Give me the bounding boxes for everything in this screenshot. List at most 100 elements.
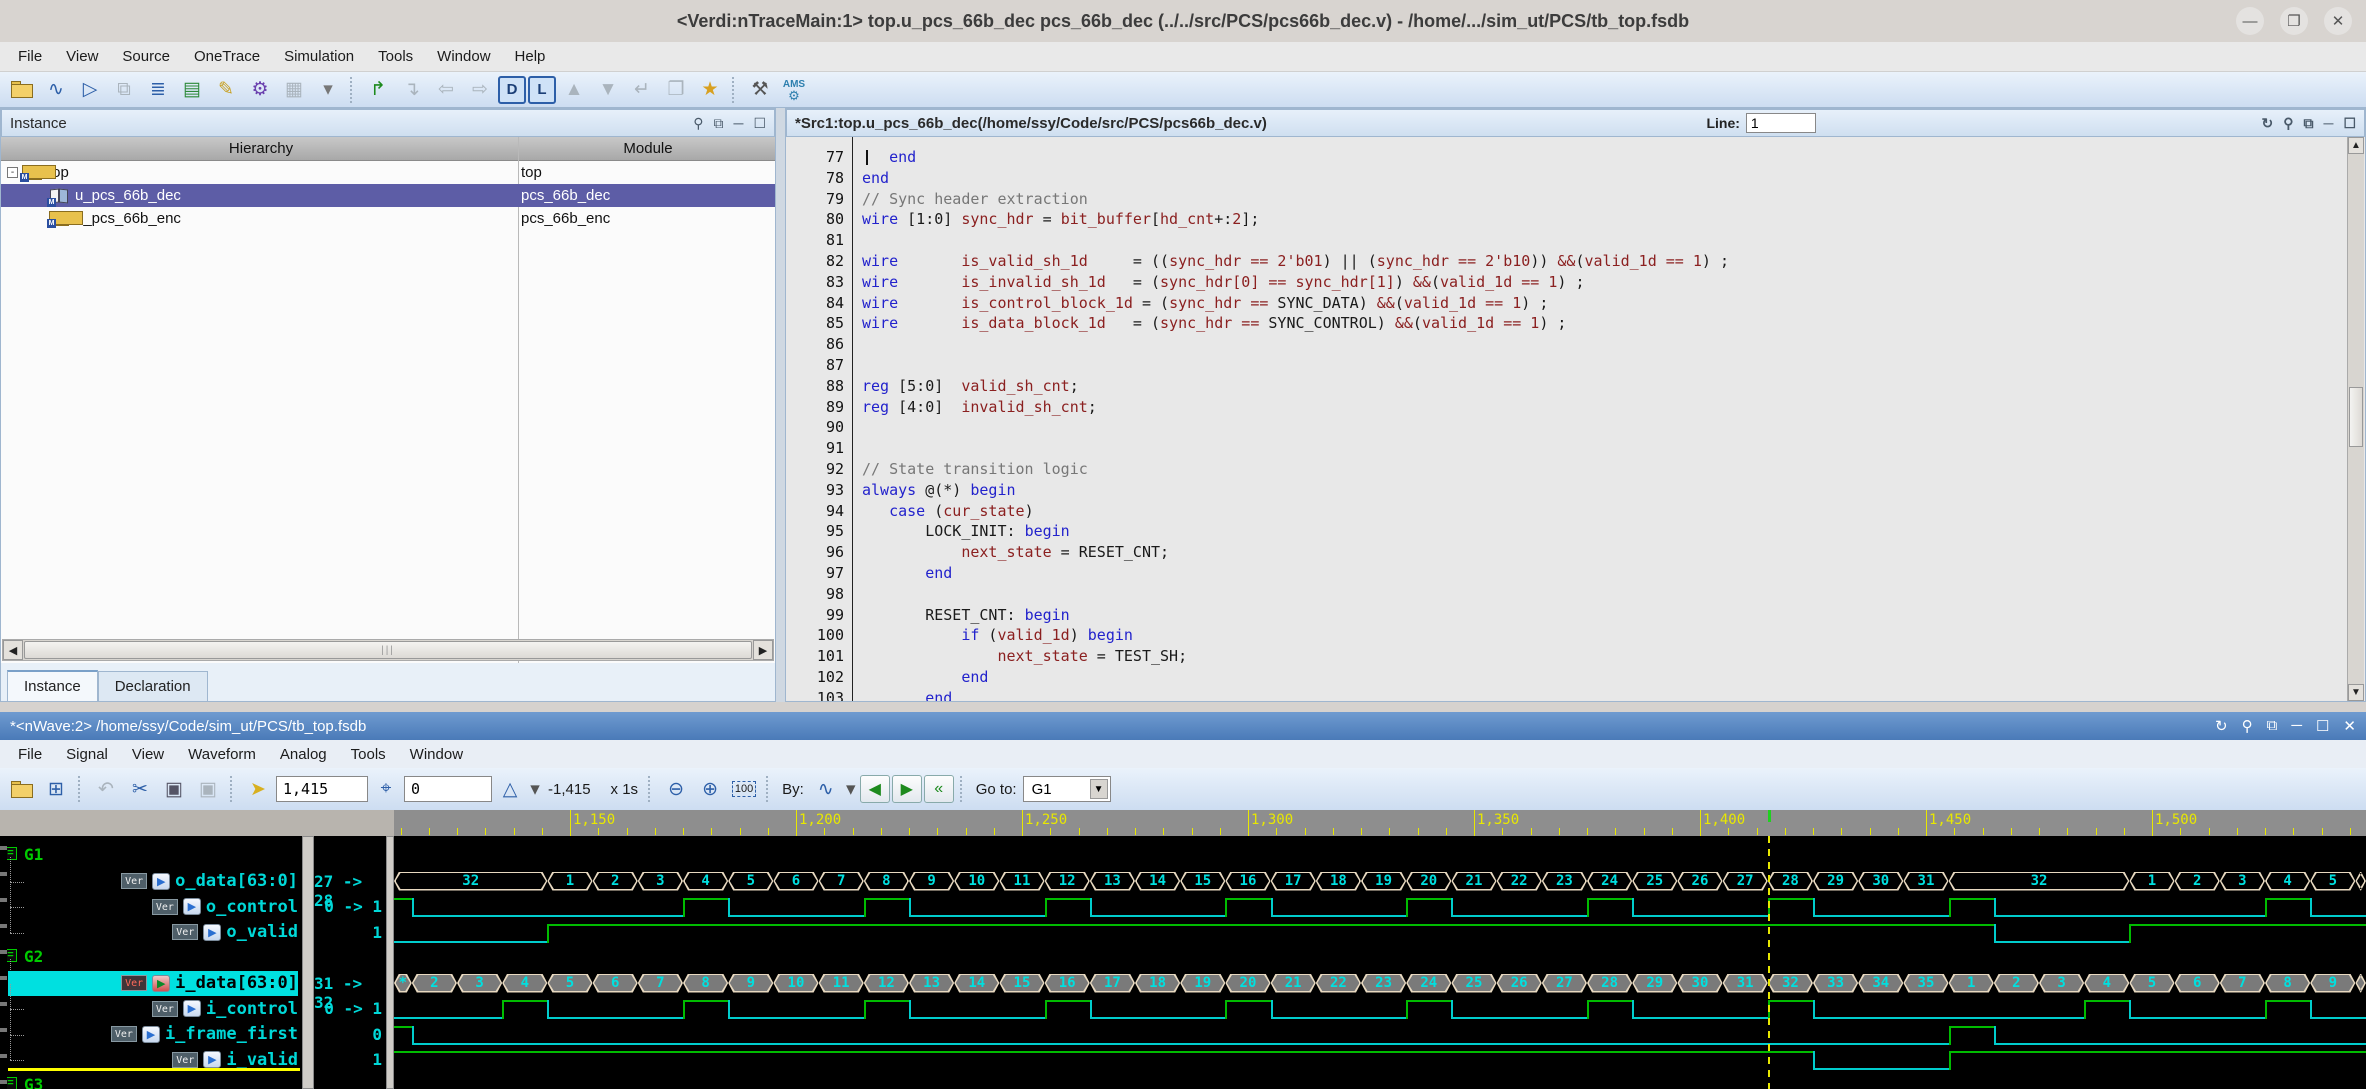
- source-reload-icon[interactable]: ↻: [2262, 115, 2274, 132]
- snapshot-icon[interactable]: ⧉: [108, 75, 140, 105]
- scope-up-icon[interactable]: ▲: [558, 75, 590, 105]
- signal-row-o_valid[interactable]: Ver▶o_valid: [172, 920, 298, 945]
- bus-segment[interactable]: 1: [1949, 974, 1994, 993]
- bus-segment[interactable]: 20: [1406, 872, 1451, 891]
- trace-driver-icon[interactable]: ↱: [362, 75, 394, 105]
- edit-source-icon[interactable]: ✎: [210, 75, 242, 105]
- bus-segment[interactable]: 17: [1090, 974, 1135, 993]
- bus-segment[interactable]: 6: [2175, 974, 2220, 993]
- scroll-left-icon[interactable]: ◀: [3, 640, 23, 660]
- report-icon[interactable]: ▦: [278, 75, 310, 105]
- bus-segment[interactable]: 19: [1180, 974, 1225, 993]
- group-label-g2[interactable]: G2: [24, 947, 43, 966]
- waveform-canvas[interactable]: 3212345678910111213141516171819202122232…: [394, 836, 2366, 1089]
- open-file-icon[interactable]: [6, 774, 38, 804]
- bus-segment[interactable]: 5: [2310, 872, 2355, 891]
- bus-segment[interactable]: 2: [593, 872, 638, 891]
- bus-segment[interactable]: 17: [1271, 872, 1316, 891]
- source-code-area[interactable]: 77 end78end79// Sync header extraction80…: [786, 137, 2348, 701]
- bus-segment[interactable]: 28: [1587, 974, 1632, 993]
- bus-segment[interactable]: 22: [1497, 872, 1542, 891]
- source-minimize-panel-icon[interactable]: ─: [2324, 115, 2334, 132]
- sibling-prev-icon[interactable]: ↵: [626, 75, 658, 105]
- instance-float-icon[interactable]: ⧉: [714, 115, 724, 132]
- bookmark-icon[interactable]: ★: [694, 75, 726, 105]
- bus-segment[interactable]: 24: [1406, 974, 1451, 993]
- marker-drop-icon[interactable]: ⌖: [370, 774, 402, 804]
- source-pin-icon[interactable]: ⚲: [2283, 115, 2293, 132]
- bus-segment[interactable]: 3: [638, 872, 683, 891]
- bus-segment[interactable]: 10: [954, 872, 999, 891]
- nwave-close-window-icon[interactable]: ✕: [2343, 717, 2356, 735]
- bus-segment[interactable]: 1: [547, 872, 592, 891]
- menu-window[interactable]: Window: [427, 45, 500, 68]
- bus-segment[interactable]: 16: [1225, 872, 1270, 891]
- trace-load-icon[interactable]: ↴: [396, 75, 428, 105]
- scope-down-icon[interactable]: ▼: [592, 75, 624, 105]
- bus-segment[interactable]: 4: [683, 872, 728, 891]
- search-signal-icon[interactable]: ∿: [810, 774, 842, 804]
- bus-segment[interactable]: 32: [394, 872, 547, 891]
- nwave-pin-icon[interactable]: ⚲: [2242, 717, 2253, 735]
- instance-maximize-panel-icon[interactable]: ☐: [753, 115, 766, 132]
- zoom-fit-button[interactable]: 100: [728, 774, 760, 804]
- bus-segment[interactable]: 21: [1451, 872, 1496, 891]
- source-float-icon[interactable]: ⧉: [2304, 115, 2314, 132]
- bus-segment[interactable]: 25: [1632, 872, 1677, 891]
- vscroll-thumb[interactable]: [2349, 387, 2363, 447]
- signal-row-i_frame_first[interactable]: Ver▶i_frame_first: [111, 1022, 298, 1047]
- bus-segment[interactable]: 26: [1497, 974, 1542, 993]
- cursor-time-input[interactable]: [276, 776, 368, 802]
- bus-segment[interactable]: 20: [1225, 974, 1270, 993]
- forward-icon[interactable]: ⇨: [464, 75, 496, 105]
- nwave-window-icon[interactable]: ∿: [40, 75, 72, 105]
- nwave-menu-analog[interactable]: Analog: [270, 743, 337, 766]
- bus-segment[interactable]: 13: [1090, 872, 1135, 891]
- bus-segment[interactable]: 27: [1723, 872, 1768, 891]
- group-label-g1[interactable]: G1: [24, 845, 43, 864]
- bus-segment[interactable]: 4: [502, 974, 547, 993]
- nwave-minimize-window-icon[interactable]: ─: [2291, 717, 2302, 735]
- bus-segment[interactable]: 30: [1677, 974, 1722, 993]
- timeline-ruler[interactable]: 1,1501,2001,2501,3001,3501,4001,4501,500: [394, 810, 2366, 836]
- time-cursor-line[interactable]: [1768, 836, 1770, 1089]
- bus-segment[interactable]: 1: [2129, 872, 2174, 891]
- instance-row-u_pcs_66b_enc[interactable]: Mu_pcs_66b_encpcs_66b_enc: [1, 207, 775, 230]
- sibling-next-icon[interactable]: ❐: [660, 75, 692, 105]
- bus-segment[interactable]: 6: [773, 872, 818, 891]
- bus-segment[interactable]: 6: [593, 974, 638, 993]
- nwave-float-icon[interactable]: ⧉: [2267, 717, 2278, 735]
- nwave-menu-waveform[interactable]: Waveform: [178, 743, 266, 766]
- bus-segment[interactable]: 16: [1045, 974, 1090, 993]
- by-dropdown-icon[interactable]: ▾: [844, 774, 858, 804]
- menu-simulation[interactable]: Simulation: [274, 45, 364, 68]
- tree-expander-icon[interactable]: -: [7, 167, 18, 178]
- menu-onetrace[interactable]: OneTrace: [184, 45, 270, 68]
- bus-segment[interactable]: 32: [1768, 974, 1813, 993]
- open-file-icon[interactable]: [6, 75, 38, 105]
- zoom-out-icon[interactable]: ⊖: [660, 774, 692, 804]
- cut-icon[interactable]: ✂: [124, 774, 156, 804]
- bus-segment[interactable]: 5: [728, 872, 773, 891]
- bus-segment[interactable]: 19: [1361, 872, 1406, 891]
- bus-segment[interactable]: 29: [1813, 872, 1858, 891]
- bus-segment[interactable]: 2: [412, 974, 457, 993]
- cursor-arrow-icon[interactable]: ➤: [242, 774, 274, 804]
- bus-segment[interactable]: *: [394, 974, 412, 993]
- line-number-input[interactable]: [1746, 113, 1816, 133]
- scroll-up-icon[interactable]: ▲: [2348, 137, 2364, 154]
- module-column-header[interactable]: Module: [521, 137, 775, 160]
- goto-group-select[interactable]: G1▼: [1023, 776, 1111, 802]
- marker-time-input[interactable]: [404, 776, 492, 802]
- signal-names-panel[interactable]: =G1Ver▶o_data[63:0]Ver▶o_controlVer▶o_va…: [0, 836, 302, 1089]
- bus-segment[interactable]: 30: [1858, 872, 1903, 891]
- bus-segment[interactable]: 9: [2310, 974, 2355, 993]
- nwave-reload-icon[interactable]: ↻: [2215, 717, 2228, 735]
- bus-segment[interactable]: 7: [638, 974, 683, 993]
- toolbox-icon[interactable]: ⚒: [744, 75, 776, 105]
- bus-segment[interactable]: 35: [1903, 974, 1948, 993]
- nwave-maximize-window-icon[interactable]: ☐: [2316, 717, 2329, 735]
- bus-segment[interactable]: 3: [457, 974, 502, 993]
- minimize-button[interactable]: —: [2236, 7, 2264, 35]
- paste-icon[interactable]: ▣: [192, 774, 224, 804]
